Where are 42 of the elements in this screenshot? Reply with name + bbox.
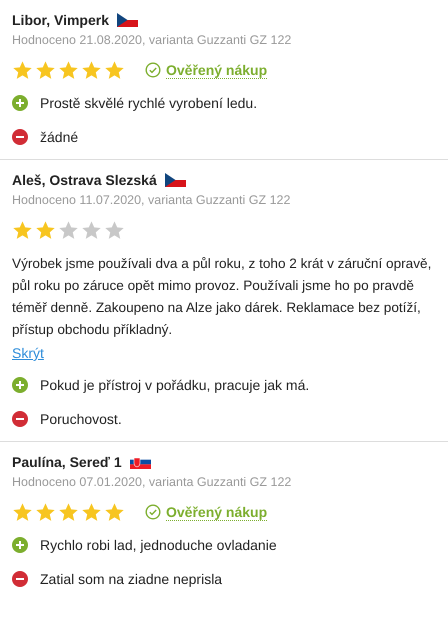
reviewer-name: Paulína, Sereď 1 (12, 454, 122, 470)
review-text: Výrobek jsme používali dva a půl roku, z toho 2 krát v záruční opravě, půl roku po záruce opět mimo provoz. Používali jsme ho po pravdě téměř denně. Zakoupeno na Alze jako dárek. Reklamace bez potíží, přístup obchodu příkladný. (12, 255, 432, 339)
pro-text: Rychlo robi lad, jednoduche ovladanie (40, 537, 277, 553)
star-icon (35, 60, 56, 80)
slovak-flag-icon (130, 455, 151, 469)
star-icon (81, 60, 102, 80)
czech-flag-icon (117, 13, 138, 27)
con-text: Poruchovost. (40, 411, 122, 427)
minus-icon (12, 571, 28, 587)
con-text: Zatial som na ziadne neprisla (40, 571, 222, 587)
review-meta: Hodnoceno 07.01.2020, varianta Guzzanti GZ 122 (12, 475, 292, 489)
star-icon (58, 220, 79, 240)
pro-text: Prostě skvělé rychlé vyrobení ledu. (40, 95, 258, 111)
verified-purchase-label: Ověřený nákup (166, 62, 268, 78)
pro-text: Pokud je přístroj v pořádku, pracuje jak má. (40, 377, 310, 393)
plus-icon (12, 377, 28, 393)
plus-icon (12, 95, 28, 111)
check-circle-icon (145, 504, 161, 520)
star-icon (58, 502, 79, 522)
reviewer-name: Aleš, Ostrava Slezská (12, 172, 157, 188)
minus-icon (12, 411, 28, 427)
star-icon (12, 502, 33, 522)
check-circle-icon (145, 62, 161, 78)
star-icon (35, 502, 56, 522)
czech-flag-icon (164, 173, 186, 187)
verified-purchase-label: Ověřený nákup (166, 504, 268, 520)
star-icon (104, 60, 125, 80)
minus-icon (12, 129, 28, 145)
star-icon (35, 220, 56, 240)
star-icon (12, 60, 33, 80)
hide-link[interactable]: Skrýt (12, 345, 44, 361)
reviewer-name: Libor, Vimperk (12, 12, 109, 28)
review-meta: Hodnoceno 11.07.2020, varianta Guzzanti GZ 122 (12, 193, 292, 207)
con-text: žádné (40, 129, 78, 145)
star-icon (104, 220, 125, 240)
star-icon (58, 60, 79, 80)
star-icon (12, 220, 33, 240)
star-icon (104, 502, 125, 522)
star-icon (81, 502, 102, 522)
review-meta: Hodnoceno 21.08.2020, varianta Guzzanti GZ 122 (12, 33, 292, 47)
plus-icon (12, 537, 28, 553)
star-icon (81, 220, 102, 240)
